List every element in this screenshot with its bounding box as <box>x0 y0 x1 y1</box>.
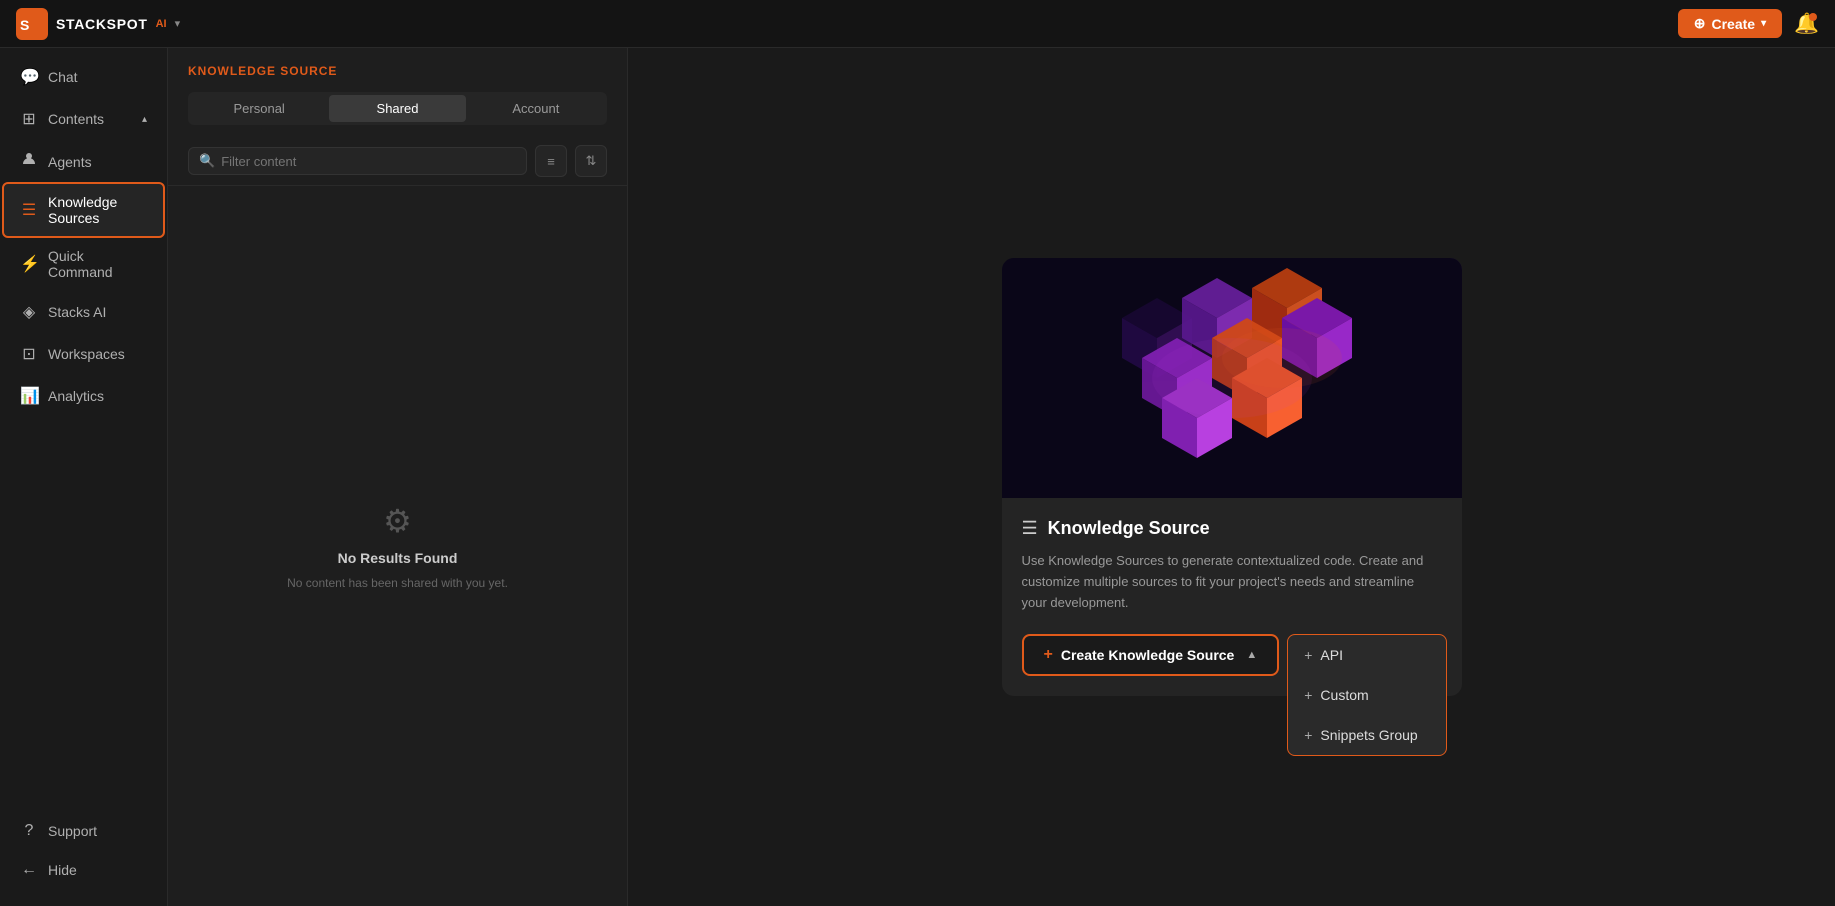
sidebar-item-agents[interactable]: Agents <box>4 141 163 182</box>
sidebar-bottom: ? Support ← Hide <box>0 811 167 898</box>
contents-icon: ⊞ <box>20 109 38 129</box>
search-bar: 🔍 ≡ ⇅ <box>168 137 627 186</box>
tab-personal[interactable]: Personal <box>191 95 327 122</box>
chat-icon: 💬 <box>20 67 38 87</box>
sidebar-item-hide[interactable]: ← Hide <box>4 851 163 889</box>
empty-state: ⚙ No Results Found No content has been s… <box>168 186 627 906</box>
stackspot-logo: S <box>16 8 48 40</box>
hide-icon: ← <box>20 861 38 879</box>
sidebar-item-label: Workspaces <box>48 346 125 362</box>
custom-plus-icon: + <box>1304 687 1312 703</box>
dropdown-item-label: Custom <box>1320 687 1368 703</box>
search-icon: 🔍 <box>199 153 215 169</box>
topbar-right: ⊕ Create ▾ 🔔 <box>1678 9 1819 38</box>
hero-image <box>1002 258 1462 498</box>
analytics-icon: 📊 <box>20 386 38 406</box>
sort-button[interactable]: ⇅ <box>575 145 607 177</box>
panel-header: KNOWLEDGE SOURCE Personal Shared Account <box>168 48 627 137</box>
blocks-visualization <box>1002 258 1462 498</box>
create-button[interactable]: ⊕ Create ▾ <box>1678 9 1782 38</box>
sidebar-item-label: Support <box>48 823 97 839</box>
tabs-bar: Personal Shared Account <box>188 92 607 125</box>
notification-badge <box>1809 13 1817 21</box>
sidebar-item-quick-command[interactable]: ⚡ Quick Command <box>4 238 163 290</box>
filter-icon: ≡ <box>547 154 555 169</box>
create-knowledge-source-button[interactable]: + Create Knowledge Source ▲ <box>1022 634 1280 676</box>
sidebar-item-support[interactable]: ? Support <box>4 812 163 850</box>
quick-command-icon: ⚡ <box>20 254 38 274</box>
tab-shared[interactable]: Shared <box>329 95 465 122</box>
dropdown-item-label: Snippets Group <box>1320 727 1417 743</box>
snippets-plus-icon: + <box>1304 727 1312 743</box>
svg-text:S: S <box>20 17 29 33</box>
card-title-row: ☰ Knowledge Source <box>1022 518 1442 539</box>
chevron-icon[interactable]: ▾ <box>175 17 181 30</box>
sidebar-item-label: Stacks AI <box>48 304 106 320</box>
body-layout: 💬 Chat ⊞ Contents ▴ Agents ☰ Knowledge S… <box>0 48 1835 906</box>
create-button-label: Create Knowledge Source <box>1061 647 1235 663</box>
expand-icon: ▴ <box>142 114 147 125</box>
knowledge-source-card: ☰ Knowledge Source Use Knowledge Sources… <box>1002 258 1462 695</box>
sidebar-item-analytics[interactable]: 📊 Analytics <box>4 376 163 416</box>
logo-ai-badge: AI <box>156 18 167 30</box>
support-icon: ? <box>20 822 38 840</box>
dropdown-item-custom[interactable]: + Custom <box>1288 675 1446 715</box>
content-panel: KNOWLEDGE SOURCE Personal Shared Account… <box>168 48 628 906</box>
card-title-icon: ☰ <box>1022 518 1038 539</box>
card-description: Use Knowledge Sources to generate contex… <box>1022 551 1442 613</box>
empty-description: No content has been shared with you yet. <box>287 576 508 590</box>
create-label: Create <box>1711 16 1755 32</box>
sidebar-item-label: Analytics <box>48 388 104 404</box>
empty-icon: ⚙ <box>383 502 412 540</box>
dropdown-chevron-icon: ▲ <box>1246 649 1257 661</box>
dropdown-item-snippets-group[interactable]: + Snippets Group <box>1288 715 1446 755</box>
logo-text: STACKSPOT <box>56 16 148 32</box>
sidebar-item-label: Chat <box>48 69 78 85</box>
sidebar-item-label: Knowledge Sources <box>48 194 147 226</box>
sidebar: 💬 Chat ⊞ Contents ▴ Agents ☰ Knowledge S… <box>0 48 168 906</box>
sidebar-item-stacks-ai[interactable]: ◈ Stacks AI <box>4 292 163 332</box>
knowledge-sources-icon: ☰ <box>20 200 38 220</box>
main-area: ☰ Knowledge Source Use Knowledge Sources… <box>628 48 1835 906</box>
search-input[interactable] <box>221 154 516 169</box>
plus-icon: + <box>1044 646 1053 664</box>
sidebar-item-label: Quick Command <box>48 248 147 280</box>
notifications-button[interactable]: 🔔 <box>1794 11 1819 36</box>
sidebar-item-chat[interactable]: 💬 Chat <box>4 57 163 97</box>
agents-icon <box>20 151 38 172</box>
create-dropdown-menu: + API + Custom + Snippets Group <box>1287 634 1447 756</box>
panel-title: KNOWLEDGE SOURCE <box>188 64 607 78</box>
stacks-ai-icon: ◈ <box>20 302 38 322</box>
card-body: ☰ Knowledge Source Use Knowledge Sources… <box>1002 498 1462 695</box>
search-input-wrap: 🔍 <box>188 147 527 175</box>
card-title: Knowledge Source <box>1048 518 1210 539</box>
create-plus-icon: ⊕ <box>1694 15 1706 32</box>
workspaces-icon: ⊡ <box>20 344 38 364</box>
sidebar-item-contents[interactable]: ⊞ Contents ▴ <box>4 99 163 139</box>
topbar: S STACKSPOT AI ▾ ⊕ Create ▾ 🔔 <box>0 0 1835 48</box>
create-knowledge-source-wrap: + Create Knowledge Source ▲ + API + Cust… <box>1022 634 1280 676</box>
dropdown-item-label: API <box>1320 647 1343 663</box>
create-chevron-icon: ▾ <box>1761 18 1766 29</box>
sidebar-item-label: Contents <box>48 111 104 127</box>
logo-area: S STACKSPOT AI ▾ <box>16 8 180 40</box>
dropdown-item-api[interactable]: + API <box>1288 635 1446 675</box>
sidebar-item-label: Agents <box>48 154 92 170</box>
api-plus-icon: + <box>1304 647 1312 663</box>
sidebar-item-workspaces[interactable]: ⊡ Workspaces <box>4 334 163 374</box>
tab-account[interactable]: Account <box>468 95 604 122</box>
filter-button[interactable]: ≡ <box>535 145 567 177</box>
sidebar-item-label: Hide <box>48 862 77 878</box>
empty-title: No Results Found <box>338 550 458 566</box>
hero-gradient <box>1002 258 1462 498</box>
sort-icon: ⇅ <box>586 153 597 169</box>
sidebar-item-knowledge-sources[interactable]: ☰ Knowledge Sources <box>4 184 163 236</box>
